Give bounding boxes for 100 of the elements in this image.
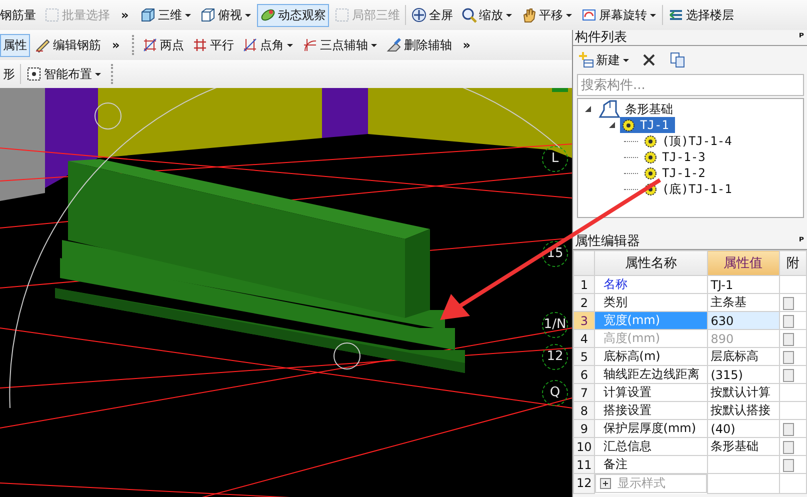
overflow-chevron[interactable]: » <box>456 38 477 52</box>
property-name[interactable]: 搭接设置 <box>594 402 708 420</box>
header-cell <box>574 250 595 276</box>
tree-item[interactable]: TJ-1-3 <box>642 149 712 165</box>
toolbar-button[interactable]: 动态观察 <box>256 4 329 26</box>
toolbar-button[interactable]: 三维 <box>136 4 195 26</box>
row-number: 1 <box>574 276 595 294</box>
tree-item[interactable]: (底)TJ-1-1 <box>642 181 738 197</box>
property-value[interactable]: (40) <box>707 420 780 438</box>
rotate-icon <box>580 7 597 23</box>
collapse-icon[interactable] <box>608 121 616 129</box>
close-icon <box>642 53 656 67</box>
column-header[interactable]: 属性值 <box>707 250 780 276</box>
property-value[interactable]: 按默认搭接 <box>707 402 780 420</box>
toolbar-button[interactable]: 全屏 <box>408 4 456 26</box>
parallel-lines-icon <box>192 37 208 53</box>
copy-icon <box>670 52 686 68</box>
property-name[interactable]: 计算设置 <box>594 384 708 402</box>
toolbar-button[interactable]: 选择楼层 <box>664 4 737 26</box>
overflow-chevron[interactable]: » <box>115 8 135 22</box>
row-number: 11 <box>574 456 595 474</box>
toolbar-button[interactable]: 智能布置 <box>23 62 105 86</box>
row-number: 3 <box>574 312 595 330</box>
pencil-icon <box>35 37 51 53</box>
overflow-chevron[interactable]: » <box>106 38 126 52</box>
property-value[interactable]: TJ-1 <box>707 276 780 294</box>
checkbox[interactable] <box>782 314 794 328</box>
row-number: 7 <box>574 384 595 402</box>
checkbox[interactable] <box>782 350 794 364</box>
column-header[interactable]: 属性名称 <box>594 250 708 276</box>
hand-icon <box>520 7 537 23</box>
row-number: 12 <box>574 474 595 493</box>
gear-icon <box>644 182 657 196</box>
property-value[interactable]: 630 <box>707 312 780 330</box>
axis-point-icon <box>142 37 158 53</box>
panel-title: 属性编辑器 <box>575 234 640 249</box>
tree-item[interactable]: TJ-1-2 <box>642 165 712 181</box>
gear-icon <box>644 134 657 148</box>
property-name[interactable]: 底标高(m) <box>594 348 708 366</box>
box-icon <box>200 7 216 23</box>
axis-label: 1/N <box>542 312 568 338</box>
toolbar-button[interactable]: 两点 <box>138 34 187 56</box>
toolbar-button[interactable]: 屏幕旋转 <box>578 4 660 26</box>
column-header[interactable]: 附 <box>779 250 806 276</box>
checkbox[interactable] <box>782 440 794 454</box>
property-name[interactable]: 备注 <box>594 456 708 474</box>
axis-arc-icon <box>302 37 318 53</box>
group-label: 显示样式 <box>617 475 666 492</box>
toolbar-button[interactable]: 平行 <box>188 34 237 56</box>
panel-title: 构件列表 <box>575 30 627 45</box>
tree-item[interactable]: 条形基础 <box>596 101 679 117</box>
crosshair-icon <box>410 7 427 23</box>
cube-icon <box>140 7 156 23</box>
toolbar-button[interactable]: 形 <box>0 62 18 86</box>
tree-item[interactable]: TJ-1 <box>620 117 675 133</box>
property-value[interactable]: 按默认计算 <box>707 384 780 402</box>
toolbar-button[interactable]: 属性 <box>0 34 30 56</box>
toolbar-button[interactable]: 缩放 <box>458 4 516 26</box>
pin-button[interactable]: ᴾ <box>798 234 804 249</box>
property-name[interactable]: 汇总信息 <box>594 438 708 456</box>
layout-icon <box>26 66 42 82</box>
property-value[interactable]: 层底标高 <box>707 348 780 366</box>
checkbox[interactable] <box>782 422 794 436</box>
collapse-icon[interactable] <box>584 105 592 113</box>
pin-button[interactable]: ᴾ <box>798 30 804 45</box>
axis-label: Q <box>542 380 568 406</box>
toolbar-button[interactable]: 编辑钢筋 <box>32 34 104 56</box>
new-button[interactable]: 新建 <box>575 48 633 72</box>
row-number: 4 <box>574 330 595 348</box>
layers-icon <box>668 7 684 23</box>
property-name[interactable]: 保护层厚度(mm) <box>594 420 708 438</box>
row-number: 2 <box>574 294 595 312</box>
search-field[interactable]: 搜索构件... <box>577 74 804 96</box>
property-name[interactable]: 轴线距左边线距离 <box>594 366 708 384</box>
magnifier-icon <box>460 7 477 23</box>
gear-icon <box>622 118 635 132</box>
grid-icon <box>44 7 60 23</box>
gear-icon <box>644 150 657 164</box>
checkbox[interactable] <box>782 368 794 382</box>
property-name[interactable]: 名称 <box>594 276 708 294</box>
row-number: 6 <box>574 366 595 384</box>
toolbar-button[interactable]: 点角 <box>238 34 297 56</box>
toolbar-button[interactable]: 俯视 <box>196 4 255 26</box>
toolbar-button[interactable]: 钢筋量 <box>0 4 39 26</box>
row-number: 5 <box>574 348 595 366</box>
checkbox[interactable] <box>782 296 794 310</box>
axis-label: 12 <box>542 344 568 370</box>
toolbar-button[interactable]: 删除辅轴 <box>382 34 455 56</box>
toolbar-button[interactable]: 平移 <box>518 4 576 26</box>
checkbox[interactable] <box>782 458 794 472</box>
orbit-icon <box>260 7 276 23</box>
gear-icon <box>644 166 657 180</box>
property-value[interactable]: (315) <box>707 366 780 384</box>
toolbar-button[interactable]: 三点辅轴 <box>298 34 381 56</box>
axis-angle-icon <box>242 37 258 53</box>
grid-icon <box>334 7 350 23</box>
tree-item[interactable]: (顶)TJ-1-4 <box>642 133 738 149</box>
row-number: 9 <box>574 420 595 438</box>
property-value[interactable]: 条形基础 <box>707 438 780 456</box>
axis-label: L <box>542 146 568 172</box>
